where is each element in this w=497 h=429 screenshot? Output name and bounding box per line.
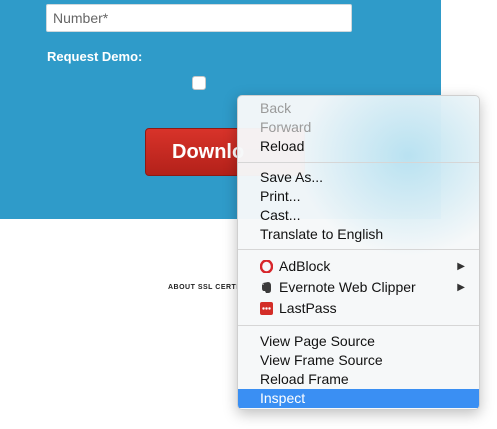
menu-item-inspect[interactable]: Inspect	[238, 389, 479, 408]
menu-item-label: AdBlock	[279, 258, 331, 274]
lastpass-icon	[260, 301, 273, 315]
request-demo-checkbox[interactable]	[192, 76, 206, 90]
menu-separator	[238, 249, 479, 250]
number-input[interactable]	[46, 4, 352, 32]
menu-item-view-page-source[interactable]: View Page Source	[238, 332, 479, 351]
menu-item-forward[interactable]: Forward	[238, 118, 479, 137]
evernote-elephant-icon	[260, 280, 273, 293]
menu-item-print[interactable]: Print...	[238, 187, 479, 206]
request-demo-label: Request Demo:	[47, 49, 143, 64]
menu-item-reload-frame[interactable]: Reload Frame	[238, 370, 479, 389]
menu-separator	[238, 162, 479, 163]
menu-item-view-frame-source[interactable]: View Frame Source	[238, 351, 479, 370]
opera-adblock-icon	[259, 259, 274, 274]
menu-item-back[interactable]: Back	[238, 99, 479, 118]
about-ssl-link[interactable]: ABOUT SSL CERTI	[168, 284, 239, 291]
menu-item-evernote[interactable]: Evernote Web Clipper ▶	[238, 278, 479, 297]
menu-item-cast[interactable]: Cast...	[238, 206, 479, 225]
menu-item-reload[interactable]: Reload	[238, 137, 479, 156]
menu-item-adblock[interactable]: AdBlock ▶	[238, 257, 479, 276]
menu-item-translate[interactable]: Translate to English	[238, 225, 479, 244]
context-menu: Back Forward Reload Save As... Print... …	[237, 95, 480, 410]
menu-item-label: Evernote Web Clipper	[279, 279, 416, 295]
menu-item-save-as[interactable]: Save As...	[238, 168, 479, 187]
menu-separator	[238, 325, 479, 326]
triangle-right-icon: ▶	[457, 261, 465, 272]
triangle-right-icon: ▶	[457, 282, 465, 293]
menu-item-label: LastPass	[279, 300, 337, 316]
menu-item-lastpass[interactable]: LastPass	[238, 299, 479, 318]
